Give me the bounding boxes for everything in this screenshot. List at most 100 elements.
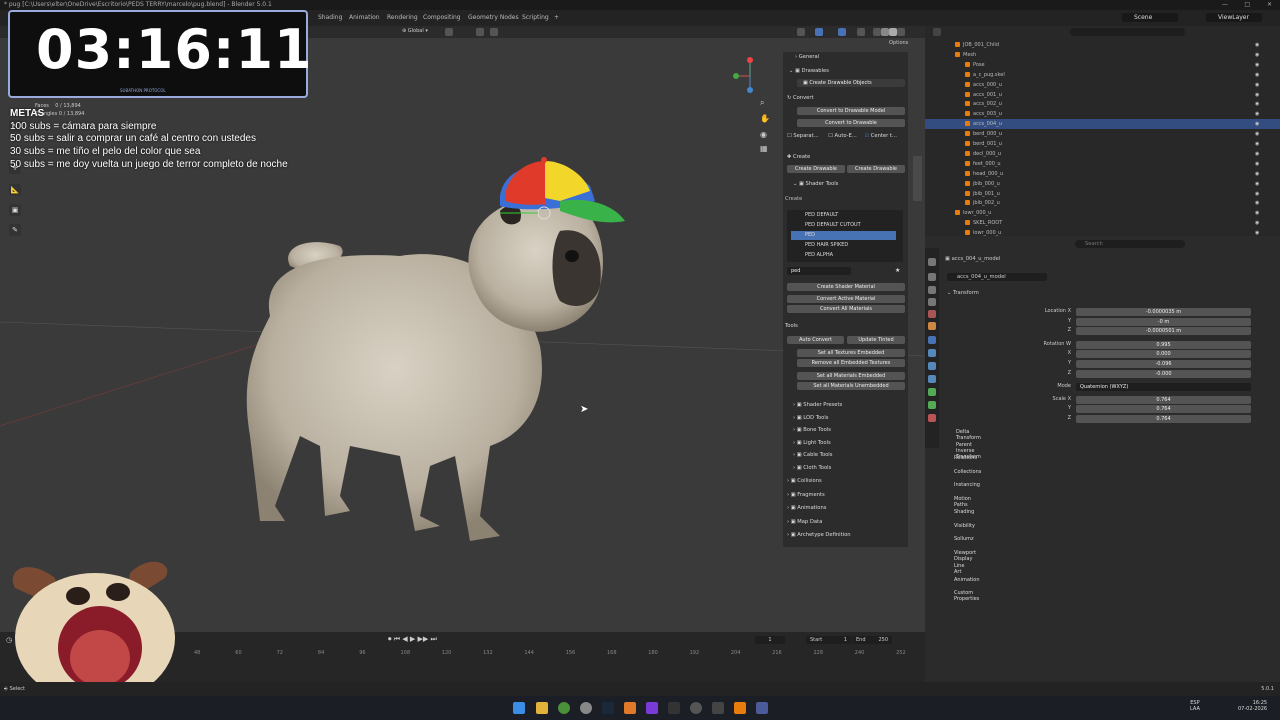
particles-tab-icon[interactable]: [928, 362, 936, 370]
input-language[interactable]: ESP LAA: [1190, 700, 1200, 712]
visibility-eye-icon[interactable]: ◉: [1255, 149, 1259, 159]
set-all-materials-unembedded-button[interactable]: Set all Materials Unembedded: [797, 382, 905, 390]
scene-selector[interactable]: Scene: [1122, 13, 1178, 22]
material-tab-icon[interactable]: [928, 414, 936, 422]
properties-section[interactable]: Line Art: [954, 563, 964, 575]
zoom-icon[interactable]: ⌕: [760, 98, 764, 108]
outliner-row[interactable]: accs_003_u ◉: [925, 109, 1280, 119]
start-menu-icon[interactable]: [513, 702, 525, 714]
outliner-row[interactable]: accs_001_u ◉: [925, 90, 1280, 100]
outliner-row[interactable]: accs_002_u ◉: [925, 99, 1280, 109]
chrome-icon[interactable]: [558, 702, 570, 714]
properties-section[interactable]: Custom Properties: [954, 590, 979, 602]
maximize-button[interactable]: □: [1244, 0, 1250, 10]
view-layer-tab-icon[interactable]: [928, 298, 936, 306]
panel-drawables[interactable]: ⌄ ▣ Drawables: [783, 67, 908, 76]
outliner-row[interactable]: berd_001_u ◉: [925, 139, 1280, 149]
outliner-row[interactable]: jbib_001_u ◉: [925, 189, 1280, 199]
properties-section[interactable]: Sollumz: [954, 536, 974, 542]
add-workspace-button[interactable]: +: [554, 14, 559, 21]
panel-map-data[interactable]: › ▣ Map Data: [783, 518, 908, 527]
tab-geometry-nodes[interactable]: Geometry Nodes: [468, 14, 519, 21]
render-tab-icon[interactable]: [928, 273, 936, 281]
list-item[interactable]: PED DEFAULT CUTOUT: [791, 221, 896, 230]
visibility-eye-icon[interactable]: ◉: [1255, 169, 1259, 179]
discord-icon[interactable]: [646, 702, 658, 714]
outliner-row[interactable]: feet_000_u ◉: [925, 159, 1280, 169]
outliner-row[interactable]: JOB_001_Child ◉: [925, 40, 1280, 50]
app2-icon[interactable]: [756, 702, 768, 714]
panel-animations[interactable]: › ▣ Animations: [783, 504, 908, 513]
subpanel-cloth-tools[interactable]: › ▣ Cloth Tools: [783, 464, 908, 473]
outliner-row[interactable]: jbib_000_u ◉: [925, 179, 1280, 189]
perspective-toggle-icon[interactable]: ▦: [760, 144, 768, 153]
visibility-eye-icon[interactable]: ◉: [1255, 70, 1259, 80]
transform-field-value[interactable]: 0.764: [1076, 405, 1251, 413]
outliner-row[interactable]: accs_004_u ◉: [925, 119, 1280, 130]
visibility-eye-icon[interactable]: ◉: [1255, 189, 1259, 199]
properties-section[interactable]: Instancing: [954, 482, 980, 488]
subpanel-bone-tools[interactable]: › ▣ Bone Tools: [783, 426, 908, 435]
measure-tool-icon[interactable]: 📐: [9, 184, 21, 196]
npanel-tab-view[interactable]: [913, 94, 922, 112]
outliner-editor-type-icon[interactable]: [933, 28, 941, 36]
convert-to-drawable-button[interactable]: Convert to Drawable: [797, 119, 905, 127]
outliner-row[interactable]: berd_000_u ◉: [925, 129, 1280, 139]
tab-shading[interactable]: Shading: [318, 14, 342, 21]
constraints-tab-icon[interactable]: [928, 388, 936, 396]
world-tab-icon[interactable]: [928, 322, 936, 330]
outliner-row[interactable]: head_000_u ◉: [925, 169, 1280, 179]
clock[interactable]: 16:25 07-02-2026: [1238, 700, 1267, 712]
outliner-row[interactable]: Pose ◉: [925, 60, 1280, 70]
star-filter-icon[interactable]: ★: [895, 267, 900, 274]
terminal-icon[interactable]: [668, 702, 680, 714]
visibility-eye-icon[interactable]: ◉: [1255, 90, 1259, 100]
steam-icon[interactable]: [602, 702, 614, 714]
properties-subsection[interactable]: Delta Transform: [956, 429, 981, 441]
remove-all-embedded-textures-button[interactable]: Remove all Embedded Textures: [797, 359, 905, 367]
outliner-search-input[interactable]: [1070, 28, 1185, 36]
visibility-eye-icon[interactable]: ◉: [1255, 60, 1259, 70]
transform-field-value[interactable]: -0.0000035 m: [1076, 308, 1251, 316]
viewlayer-selector[interactable]: ViewLayer: [1206, 13, 1262, 22]
visibility-eye-icon[interactable]: ◉: [1255, 179, 1259, 189]
obs-icon[interactable]: [712, 702, 724, 714]
subpanel-lod-tools[interactable]: › ▣ LOD Tools: [783, 414, 908, 423]
panel-general[interactable]: › General: [783, 53, 908, 62]
object-name-field[interactable]: accs_004_u_model: [947, 273, 1047, 281]
camera-view-icon[interactable]: ◉: [760, 130, 767, 139]
data-tab-icon[interactable]: [928, 401, 936, 409]
minimize-button[interactable]: —: [1222, 0, 1228, 10]
visibility-eye-icon[interactable]: ◉: [1255, 198, 1259, 208]
annotate-tool-icon[interactable]: ✎: [9, 224, 21, 236]
visibility-eye-icon[interactable]: ◉: [1255, 119, 1259, 129]
list-item[interactable]: PED: [791, 231, 896, 240]
transform-header[interactable]: ⌄ Transform: [947, 290, 979, 296]
outliner-row[interactable]: a_c_pug.skel ◉: [925, 70, 1280, 80]
settings-icon[interactable]: [580, 702, 592, 714]
tool-tab-icon[interactable]: [928, 258, 936, 266]
visibility-eye-icon[interactable]: ◉: [1255, 80, 1259, 90]
transform-field-value[interactable]: 0.764: [1076, 415, 1251, 423]
transform-field-value[interactable]: 0.764: [1076, 396, 1251, 404]
properties-section[interactable]: Motion Paths: [954, 496, 971, 508]
object-tab-icon[interactable]: [928, 336, 936, 344]
properties-section[interactable]: Visibility: [954, 523, 975, 529]
auto-embed-checkbox[interactable]: ☐ Auto-E...: [828, 133, 857, 139]
panel-collisions[interactable]: › ▣ Collisions: [783, 477, 908, 486]
create-drawable-objects-panel[interactable]: ▣ Create Drawable Objects: [797, 79, 905, 87]
app-icon[interactable]: [624, 702, 636, 714]
modifier-tab-icon[interactable]: [928, 349, 936, 357]
visibility-eye-icon[interactable]: ◉: [1255, 129, 1259, 139]
scene-tab-icon[interactable]: [928, 310, 936, 318]
outliner-row[interactable]: Mesh ◉: [925, 50, 1280, 60]
transform-field-value[interactable]: 0.000: [1076, 350, 1251, 358]
create-drawable-button-1[interactable]: Create Drawable: [787, 165, 845, 173]
set-all-materials-embedded-button[interactable]: Set all Materials Embedded: [797, 372, 905, 380]
transform-field-value[interactable]: -0.000: [1076, 370, 1251, 378]
tab-scripting[interactable]: Scripting: [522, 14, 549, 21]
panel-shader-tools[interactable]: ⌄ ▣ Shader Tools: [783, 180, 908, 189]
properties-section[interactable]: Shading: [954, 509, 974, 515]
file-explorer-icon[interactable]: [536, 702, 548, 714]
gear-icon[interactable]: [690, 702, 702, 714]
